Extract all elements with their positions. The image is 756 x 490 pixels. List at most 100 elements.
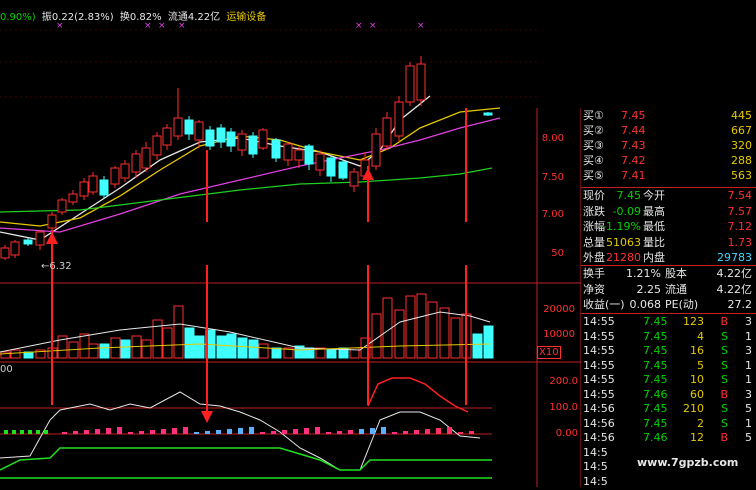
indicator-bar: [370, 428, 375, 434]
bid-price: 7.43: [621, 139, 646, 152]
watermark: www.7gpzb.com: [637, 456, 739, 469]
indicator-bar: [414, 430, 419, 434]
bid-level-label: 买③: [583, 139, 604, 152]
candle-body: [0, 247, 10, 259]
signal-mark: ×: [178, 21, 186, 31]
indicator-bar: [20, 430, 24, 434]
indicator-bar: [106, 428, 111, 434]
tick-row[interactable]: 14:5: [581, 474, 756, 490]
stat-label: 收益(一): [583, 298, 625, 311]
indicator-bar: [469, 431, 474, 434]
volume-tick: 10000: [543, 329, 575, 340]
candle-body: [226, 131, 236, 147]
candle-body: [416, 63, 426, 101]
tick-time: 14:5: [583, 474, 608, 488]
candle-body: [79, 181, 89, 197]
candle-body: [120, 163, 130, 179]
signal-mark: ×: [56, 21, 64, 31]
indicator-bar: [44, 430, 48, 434]
candle-body: [382, 117, 392, 147]
indicator-line: [0, 447, 492, 471]
volume-bar: [416, 293, 427, 359]
indicator-bar: [84, 430, 89, 434]
candle-body: [10, 241, 20, 256]
volume-bar: [427, 301, 438, 359]
bid-level-label: 买①: [583, 109, 604, 122]
indicator-bar: [227, 429, 232, 434]
moving-average-line: [0, 167, 493, 213]
volume-bar: [0, 351, 11, 359]
chart-canvas[interactable]: × × × × × × ×: [0, 0, 581, 487]
bid-level-label: 买④: [583, 154, 604, 167]
bid-price: 7.45: [621, 109, 646, 122]
order-book-row: 买③ 7.43 320: [581, 138, 756, 154]
moving-average-line: [0, 117, 501, 233]
quote-label: 总量: [583, 235, 605, 249]
indicator-bar: [315, 427, 320, 434]
volume-bar: [79, 333, 90, 359]
candle-body: [57, 199, 67, 213]
indicator-bar: [238, 428, 243, 434]
candle-body: [283, 143, 293, 161]
stat-label: 换手: [583, 267, 605, 280]
indicator-bar: [447, 427, 452, 434]
volume-bar: [326, 349, 337, 359]
candle-body: [271, 139, 281, 159]
indicator-bar: [271, 431, 276, 434]
order-book-row: 买① 7.45 445: [581, 108, 756, 124]
volume-bar: [194, 335, 205, 359]
volume-bar: [120, 339, 131, 359]
candle-body: [258, 129, 268, 149]
candle-body: [371, 133, 381, 167]
quote-label: 涨跌: [583, 204, 605, 218]
indicator-bar: [172, 428, 177, 434]
quote-row: 涨跌 -0.09 最高 7.57: [581, 204, 756, 220]
price-tick: 7.00: [541, 209, 564, 220]
volume-bar: [99, 343, 110, 359]
indicator-bar: [12, 430, 16, 434]
bid-volume: 667: [731, 124, 752, 137]
volume-bar: [162, 327, 173, 359]
buy-arrow: [46, 232, 58, 244]
candle-body: [131, 153, 141, 173]
bid-price: 7.42: [621, 154, 646, 167]
indicator-bar: [359, 429, 364, 434]
volume-bar: [88, 343, 99, 359]
order-book-row: 买④ 7.42 288: [581, 153, 756, 169]
candle-body: [405, 65, 415, 103]
indicator-tick: 0.00: [555, 428, 578, 439]
quote-label: 外盘: [583, 251, 605, 264]
indicator-bar: [249, 427, 254, 434]
indicator-bar: [381, 427, 386, 434]
bid-volume: 320: [731, 139, 752, 152]
candle-body: [23, 239, 33, 245]
candle-body: [173, 117, 183, 137]
quote-label: 内盘: [643, 251, 665, 264]
low-marker: ←6.32: [41, 261, 72, 272]
indicator-bar: [28, 430, 32, 434]
volume-bar: [10, 349, 21, 359]
volume-bar: [450, 317, 461, 359]
stats-row: 净资 2.25 流通 4.22亿: [581, 282, 756, 298]
indicator-bar: [95, 429, 100, 434]
volume-bar: [271, 347, 282, 359]
candle-body: [304, 145, 314, 165]
quote-value: 29783: [717, 251, 752, 264]
candle-body: [162, 127, 172, 146]
indicator-bar: [128, 432, 133, 434]
indicator-bar: [183, 427, 188, 434]
bid-volume: 563: [731, 169, 752, 182]
candle-body: [483, 112, 493, 116]
bid-price: 7.44: [621, 124, 646, 137]
candle-body: [237, 133, 247, 151]
stat-value: 1.21%: [626, 267, 661, 280]
stat-label: PE(动): [665, 298, 699, 311]
volume-tick: 20000: [543, 304, 575, 315]
volume-bar: [216, 335, 227, 359]
candle-body: [152, 135, 162, 156]
indicator-bar: [337, 431, 342, 434]
quote-label: 今开: [643, 189, 665, 202]
quote-label: 最高: [643, 204, 665, 218]
indicator-bar: [150, 430, 155, 434]
indicator-line: [367, 377, 469, 413]
